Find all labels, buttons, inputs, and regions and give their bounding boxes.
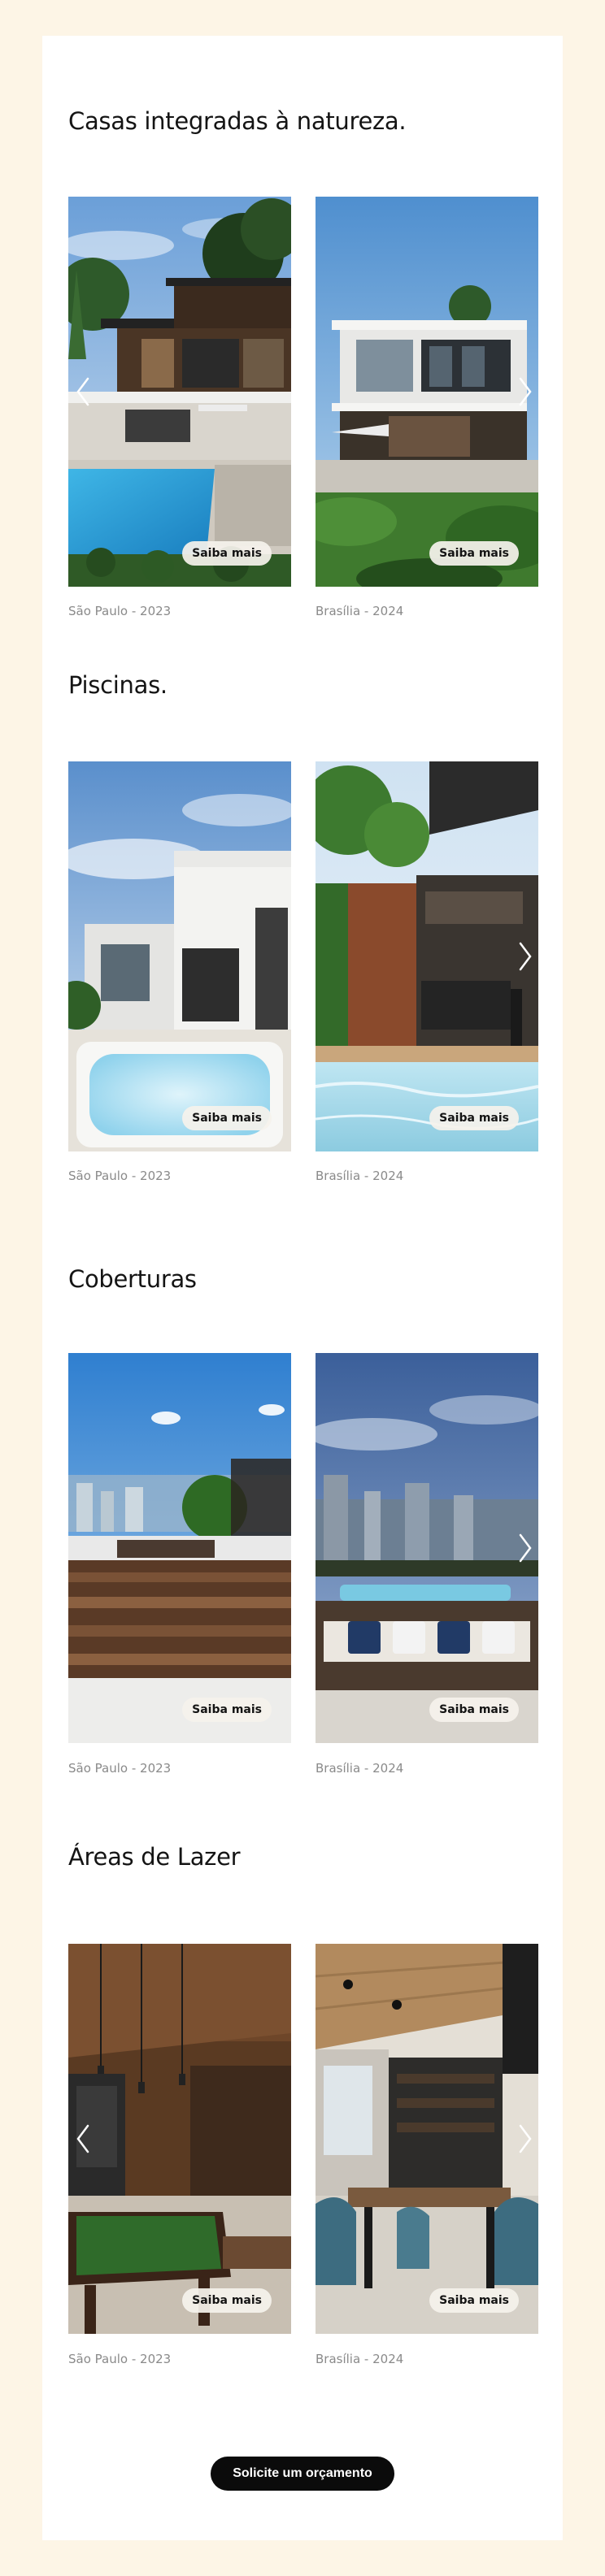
house-render-image: [68, 197, 291, 587]
chevron-right-icon[interactable]: [512, 939, 537, 974]
rooftop-render-image: [316, 1353, 538, 1743]
pool-render-image: [68, 761, 291, 1151]
saiba-mais-button[interactable]: Saiba mais: [182, 1106, 272, 1130]
project-caption: São Paulo - 2023: [68, 1169, 172, 1183]
saiba-mais-button[interactable]: Saiba mais: [182, 1698, 272, 1722]
section-title-penthouses: Coberturas: [68, 1265, 197, 1293]
request-quote-button[interactable]: Solicite um orçamento: [211, 2457, 394, 2491]
project-caption: Brasília - 2024: [316, 1169, 404, 1183]
saiba-mais-button[interactable]: Saiba mais: [182, 541, 272, 566]
section-title-leisure: Áreas de Lazer: [68, 1843, 241, 1871]
rooftop-render-image: [68, 1353, 291, 1743]
project-photo-leisure-bsb[interactable]: Saiba mais: [316, 1944, 538, 2334]
project-caption: Brasília - 2024: [316, 2352, 404, 2366]
leisure-render-image: [316, 1944, 538, 2334]
saiba-mais-button[interactable]: Saiba mais: [429, 2288, 519, 2313]
saiba-mais-button[interactable]: Saiba mais: [429, 1698, 519, 1722]
project-photo-houses-sp[interactable]: Saiba mais: [68, 197, 291, 587]
saiba-mais-button[interactable]: Saiba mais: [182, 2288, 272, 2313]
project-caption: São Paulo - 2023: [68, 2352, 172, 2366]
project-photo-leisure-sp[interactable]: Saiba mais: [68, 1944, 291, 2334]
saiba-mais-button[interactable]: Saiba mais: [429, 541, 519, 566]
section-title-houses: Casas integradas à natureza.: [68, 107, 407, 135]
project-photo-pools-sp[interactable]: Saiba mais: [68, 761, 291, 1151]
project-photo-penthouses-sp[interactable]: Saiba mais: [68, 1353, 291, 1743]
house-render-image: [316, 197, 538, 587]
project-photo-pools-bsb[interactable]: Saiba mais: [316, 761, 538, 1151]
project-caption: Brasília - 2024: [316, 1761, 404, 1776]
project-caption: São Paulo - 2023: [68, 604, 172, 618]
project-caption: São Paulo - 2023: [68, 1761, 172, 1776]
saiba-mais-button[interactable]: Saiba mais: [429, 1106, 519, 1130]
project-caption: Brasília - 2024: [316, 604, 404, 618]
section-title-pools: Piscinas.: [68, 671, 168, 699]
chevron-right-icon[interactable]: [512, 2121, 537, 2157]
chevron-right-icon[interactable]: [512, 374, 537, 410]
chevron-left-icon[interactable]: [72, 374, 96, 410]
chevron-left-icon[interactable]: [72, 2121, 96, 2157]
chevron-right-icon[interactable]: [512, 1530, 537, 1566]
pool-render-image: [316, 761, 538, 1151]
project-photo-penthouses-bsb[interactable]: Saiba mais: [316, 1353, 538, 1743]
leisure-render-image: [68, 1944, 291, 2334]
project-photo-houses-bsb[interactable]: Saiba mais: [316, 197, 538, 587]
